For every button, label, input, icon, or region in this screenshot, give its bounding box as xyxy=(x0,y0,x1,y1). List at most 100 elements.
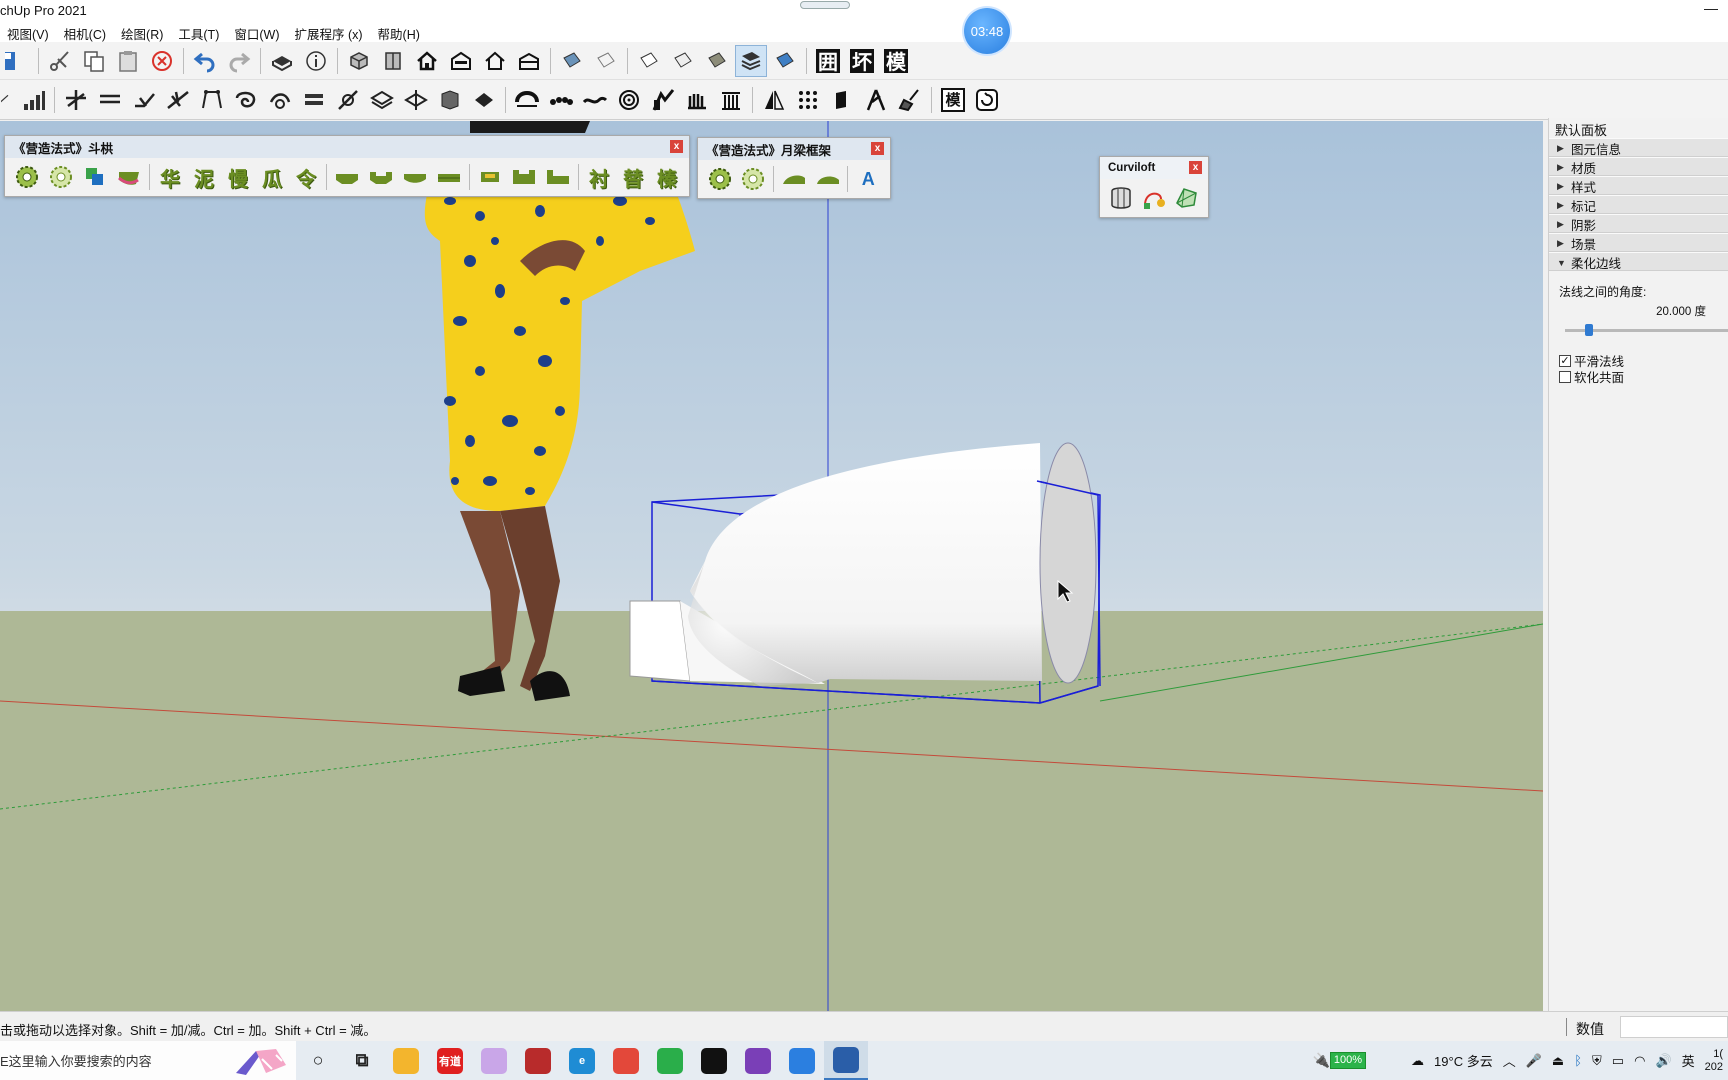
tray-section-styles[interactable]: ▶ 样式 xyxy=(1549,176,1728,195)
pen-tool-icon[interactable] xyxy=(647,84,679,116)
text-a-button[interactable]: A xyxy=(853,164,883,194)
tray-section-tags[interactable]: ▶ 标记 xyxy=(1549,195,1728,214)
close-icon[interactable]: x xyxy=(871,142,884,155)
soften-coplanar-checkbox[interactable] xyxy=(1559,370,1571,383)
wifi-icon[interactable]: ◠ xyxy=(1634,1053,1645,1069)
moon-beam-icon[interactable] xyxy=(779,164,809,194)
wireframe-style-icon[interactable] xyxy=(590,45,622,77)
dou-4-icon[interactable] xyxy=(434,162,464,192)
gear-outline-icon[interactable] xyxy=(46,162,76,192)
slider-thumb[interactable] xyxy=(1585,324,1593,336)
ti-mu-button[interactable]: 替 xyxy=(618,162,648,192)
back-view-icon[interactable] xyxy=(479,45,511,77)
compass-tool-icon[interactable] xyxy=(860,84,892,116)
array-tool-icon[interactable] xyxy=(792,84,824,116)
stamp-tool-icon[interactable] xyxy=(468,84,500,116)
gear-icon[interactable] xyxy=(12,162,42,192)
yueliang-toolbar-header[interactable]: 《营造法式》月梁框架 x xyxy=(698,138,890,160)
spiral2-tool-icon[interactable] xyxy=(613,84,645,116)
weather-icon[interactable]: ☁ xyxy=(1411,1053,1424,1069)
taskbar-app-cortana[interactable]: ○ xyxy=(296,1041,340,1080)
broom-tool-icon[interactable] xyxy=(894,84,926,116)
offset-lines-icon[interactable] xyxy=(94,84,126,116)
weather-text[interactable]: 19°C 多云 xyxy=(1434,1051,1493,1070)
menu-help[interactable]: 帮助(H) xyxy=(371,22,428,42)
refresh-model-icon[interactable] xyxy=(971,84,1003,116)
tray-section-soften-edges[interactable]: ▼ 柔化边线 xyxy=(1549,252,1728,271)
dou-3-icon[interactable] xyxy=(400,162,430,192)
monochrome-icon[interactable] xyxy=(735,44,767,77)
copy-icon[interactable] xyxy=(78,45,110,77)
moon-beam-alt-icon[interactable] xyxy=(813,164,843,194)
microphone-icon[interactable]: 🎤 xyxy=(1526,1053,1542,1069)
menu-view[interactable]: 视图(V) xyxy=(0,22,57,42)
ling-gong-button[interactable]: 令 xyxy=(291,162,321,192)
bracket-shape-icon[interactable] xyxy=(114,162,144,192)
right-view-icon[interactable] xyxy=(445,45,477,77)
model-info-icon[interactable] xyxy=(300,45,332,77)
mo-plugin-button[interactable]: 模 xyxy=(880,45,912,77)
taskbar-app-qq[interactable] xyxy=(692,1041,736,1080)
wall-tool-icon[interactable] xyxy=(298,84,330,116)
block-stack-icon[interactable] xyxy=(80,162,110,192)
menu-draw[interactable]: 绘图(R) xyxy=(114,22,171,42)
gear-icon[interactable] xyxy=(705,164,735,194)
axes-tool-icon[interactable] xyxy=(60,84,92,116)
dou-2-icon[interactable] xyxy=(366,162,396,192)
taskbar-app-youdao[interactable]: 有道 xyxy=(428,1041,472,1080)
menu-extensions[interactable]: 扩展程序 (x) xyxy=(287,22,370,42)
curve-tool-icon[interactable] xyxy=(128,84,160,116)
tray-section-materials[interactable]: ▶ 材质 xyxy=(1549,157,1728,176)
curviloft-toolbar-header[interactable]: Curviloft x xyxy=(1100,157,1208,179)
taskbar-app-edge[interactable]: e xyxy=(560,1041,604,1080)
save-button[interactable] xyxy=(1,45,33,77)
angle-slider[interactable] xyxy=(1565,324,1728,336)
model-viewport[interactable]: 《营造法式》斗栱 x 华 泥 慢 瓜 令 衬 替 榛 《营造法式》月梁框架 x … xyxy=(0,121,1543,1011)
minimize-icon[interactable]: — xyxy=(1704,0,1718,16)
menu-window[interactable]: 窗口(W) xyxy=(227,22,287,42)
gua-zi-gong-button[interactable]: 瓜 xyxy=(257,162,287,192)
print-icon[interactable] xyxy=(266,45,298,77)
close-icon[interactable]: x xyxy=(670,140,683,153)
tray-section-entity-info[interactable]: ▶ 图元信息 xyxy=(1549,138,1728,157)
man-gong-button[interactable]: 慢 xyxy=(223,162,253,192)
menu-camera[interactable]: 相机(C) xyxy=(57,22,114,42)
taskbar-app-app-pink[interactable] xyxy=(472,1041,516,1080)
clock[interactable]: 1( 202 xyxy=(1705,1048,1723,1074)
taskbar-app-wechat[interactable] xyxy=(648,1041,692,1080)
taskbar-app-chrome[interactable] xyxy=(604,1041,648,1080)
fillet-tool-icon[interactable] xyxy=(264,84,296,116)
wave-tool-icon[interactable] xyxy=(579,84,611,116)
smooth-normals-checkbox[interactable]: ✓ xyxy=(1559,354,1571,367)
ime-indicator[interactable]: 英 xyxy=(1682,1051,1695,1070)
tray-section-shadows[interactable]: ▶ 阴影 xyxy=(1549,214,1728,233)
window-drag-handle[interactable] xyxy=(800,1,850,9)
xray-style-icon[interactable] xyxy=(556,45,588,77)
show-hidden-icons-icon[interactable]: ︿ xyxy=(1503,1051,1516,1070)
loft-along-path-icon[interactable] xyxy=(1140,183,1169,213)
taskbar-search[interactable]: E这里输入你要搜索的内容 xyxy=(0,1041,296,1080)
menu-tools[interactable]: 工具(T) xyxy=(171,22,227,42)
joint-tool-icon[interactable] xyxy=(332,84,364,116)
cut-icon[interactable] xyxy=(44,45,76,77)
bluetooth-icon[interactable]: ᛒ xyxy=(1574,1053,1582,1068)
skin-contours-icon[interactable] xyxy=(1172,183,1201,213)
close-icon[interactable]: x xyxy=(1189,161,1202,174)
loft-by-spline-icon[interactable] xyxy=(1107,183,1136,213)
dou-1-icon[interactable] xyxy=(332,162,362,192)
pencil-icon[interactable] xyxy=(1,84,15,116)
taskbar-app-task-view[interactable]: ⧉ xyxy=(340,1041,384,1080)
unfold-tool-icon[interactable] xyxy=(400,84,432,116)
table-plugin-button[interactable]: 囲 xyxy=(812,45,844,77)
extrude-tool-icon[interactable] xyxy=(434,84,466,116)
battery-indicator[interactable]: 🔌 100% xyxy=(1312,1052,1367,1069)
column-tool-icon[interactable] xyxy=(715,84,747,116)
top-view-icon[interactable] xyxy=(377,45,409,77)
chen-fang-button[interactable]: 衬 xyxy=(584,162,614,192)
sheng-1-icon[interactable] xyxy=(475,162,505,192)
taskbar-app-sketchup[interactable] xyxy=(824,1041,868,1080)
volume-icon[interactable]: 🔊 xyxy=(1655,1053,1671,1069)
undo-icon[interactable] xyxy=(189,45,221,77)
security-icon[interactable]: ⛨ xyxy=(1592,1053,1602,1069)
mo-frame-button[interactable]: 模 xyxy=(937,84,969,116)
